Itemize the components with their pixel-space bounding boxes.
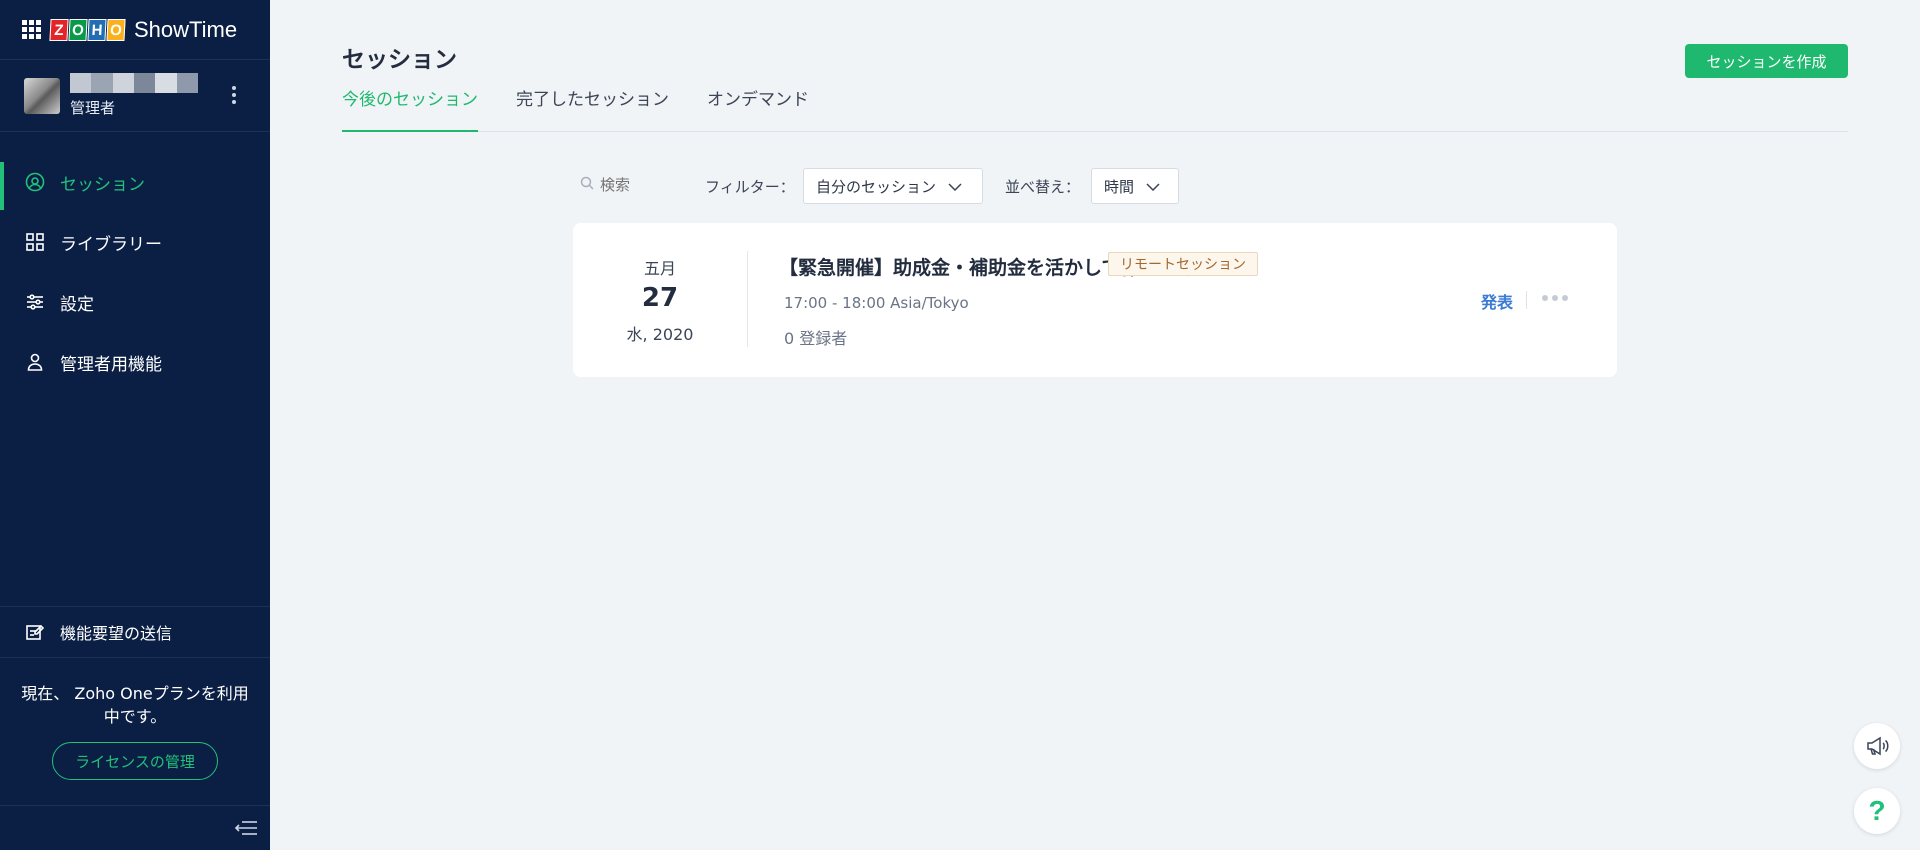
app-grid-icon[interactable] (22, 19, 42, 40)
avatar[interactable] (24, 77, 60, 114)
admin-user-icon (24, 351, 46, 373)
session-day: 27 (641, 283, 679, 313)
present-button[interactable]: 発表 (1481, 289, 1513, 313)
tab-on-demand[interactable]: オンデマンド (707, 82, 809, 131)
sidebar-item-label: 設定 (60, 294, 94, 315)
tab-completed-sessions[interactable]: 完了したセッション (516, 82, 669, 131)
sidebar-item-settings[interactable]: 設定 (0, 272, 270, 332)
sort-selected-value: 時間 (1104, 177, 1135, 196)
more-options-icon[interactable] (1542, 295, 1568, 301)
plan-text-line1: 現在、 Zoho Oneプランを利用 (21, 684, 249, 703)
profile-role: 管理者 (70, 99, 116, 117)
help-button[interactable]: ? (1854, 788, 1900, 834)
library-grid-icon (24, 231, 46, 253)
profile-name-redacted (70, 73, 198, 93)
settings-sliders-icon (24, 291, 46, 313)
session-type-badge: リモートセッション (1108, 252, 1258, 276)
announcement-megaphone-icon[interactable] (1854, 723, 1900, 769)
sort-dropdown[interactable]: 時間 (1091, 168, 1179, 204)
brand-bar: Z O H O ShowTime (0, 0, 270, 60)
filter-dropdown[interactable]: 自分のセッション (803, 168, 983, 204)
session-tabs: 今後のセッション 完了したセッション オンデマンド (342, 82, 1848, 132)
sidebar-item-library[interactable]: ライブラリー (0, 212, 270, 272)
feature-request-link[interactable]: 機能要望の送信 (0, 606, 270, 658)
plan-info: 現在、 Zoho Oneプランを利用 中です。 (0, 682, 270, 728)
action-divider (1526, 291, 1527, 309)
date-divider (747, 251, 748, 347)
sidebar-item-label: ライブラリー (60, 234, 162, 255)
filter-selected-value: 自分のセッション (816, 177, 937, 196)
session-date: 五月 27 水, 2020 (573, 223, 747, 377)
collapse-sidebar-icon[interactable] (234, 820, 258, 840)
chevron-down-icon (948, 177, 962, 195)
session-registrants: 0 登録者 (784, 329, 848, 348)
sidebar-item-label: セッション (60, 174, 145, 195)
sidebar-nav: セッション ライブラリー 設定 管理者用機能 (0, 152, 270, 392)
search-box[interactable] (580, 176, 690, 194)
feature-request-label: 機能要望の送信 (60, 624, 173, 643)
sidebar-item-label: 管理者用機能 (60, 354, 162, 375)
plan-text-line2: 中です。 (103, 707, 167, 726)
session-month: 五月 (643, 259, 676, 278)
page-title: セッション (342, 47, 457, 73)
search-icon (580, 176, 594, 194)
tab-upcoming-sessions[interactable]: 今後のセッション (342, 82, 478, 132)
sidebar-item-sessions[interactable]: セッション (0, 152, 270, 212)
profile-menu-kebab-icon[interactable] (232, 86, 236, 104)
sidebar: Z O H O ShowTime 管理者 セッション ライブラリー 設定 管理者… (0, 0, 270, 850)
session-toolbar: フィルター： 自分のセッション 並べ替え： 時間 (580, 166, 1380, 204)
sidebar-collapse-bar (0, 805, 270, 850)
chevron-down-icon (1146, 177, 1160, 195)
manage-license-button[interactable]: ライセンスの管理 (52, 742, 218, 780)
product-name: ShowTime (134, 16, 238, 42)
session-card[interactable]: 五月 27 水, 2020 【緊急開催】助成金・補助金を活かして作り上げ... … (573, 223, 1617, 377)
user-profile[interactable]: 管理者 (0, 60, 270, 132)
feedback-edit-icon (24, 621, 46, 643)
main-content: セッション セッションを作成 今後のセッション 完了したセッション オンデマンド… (270, 0, 1920, 850)
sidebar-item-admin[interactable]: 管理者用機能 (0, 332, 270, 392)
filter-label: フィルター： (705, 178, 795, 196)
zoho-logo: Z O H O (49, 18, 126, 41)
search-input[interactable] (600, 176, 690, 194)
create-session-button[interactable]: セッションを作成 (1685, 44, 1848, 78)
sort-label: 並べ替え： (1005, 178, 1081, 196)
sessions-icon (24, 171, 46, 193)
session-time: 17:00 - 18:00 Asia/Tokyo (784, 294, 969, 312)
session-weekday-year: 水, 2020 (626, 325, 694, 344)
